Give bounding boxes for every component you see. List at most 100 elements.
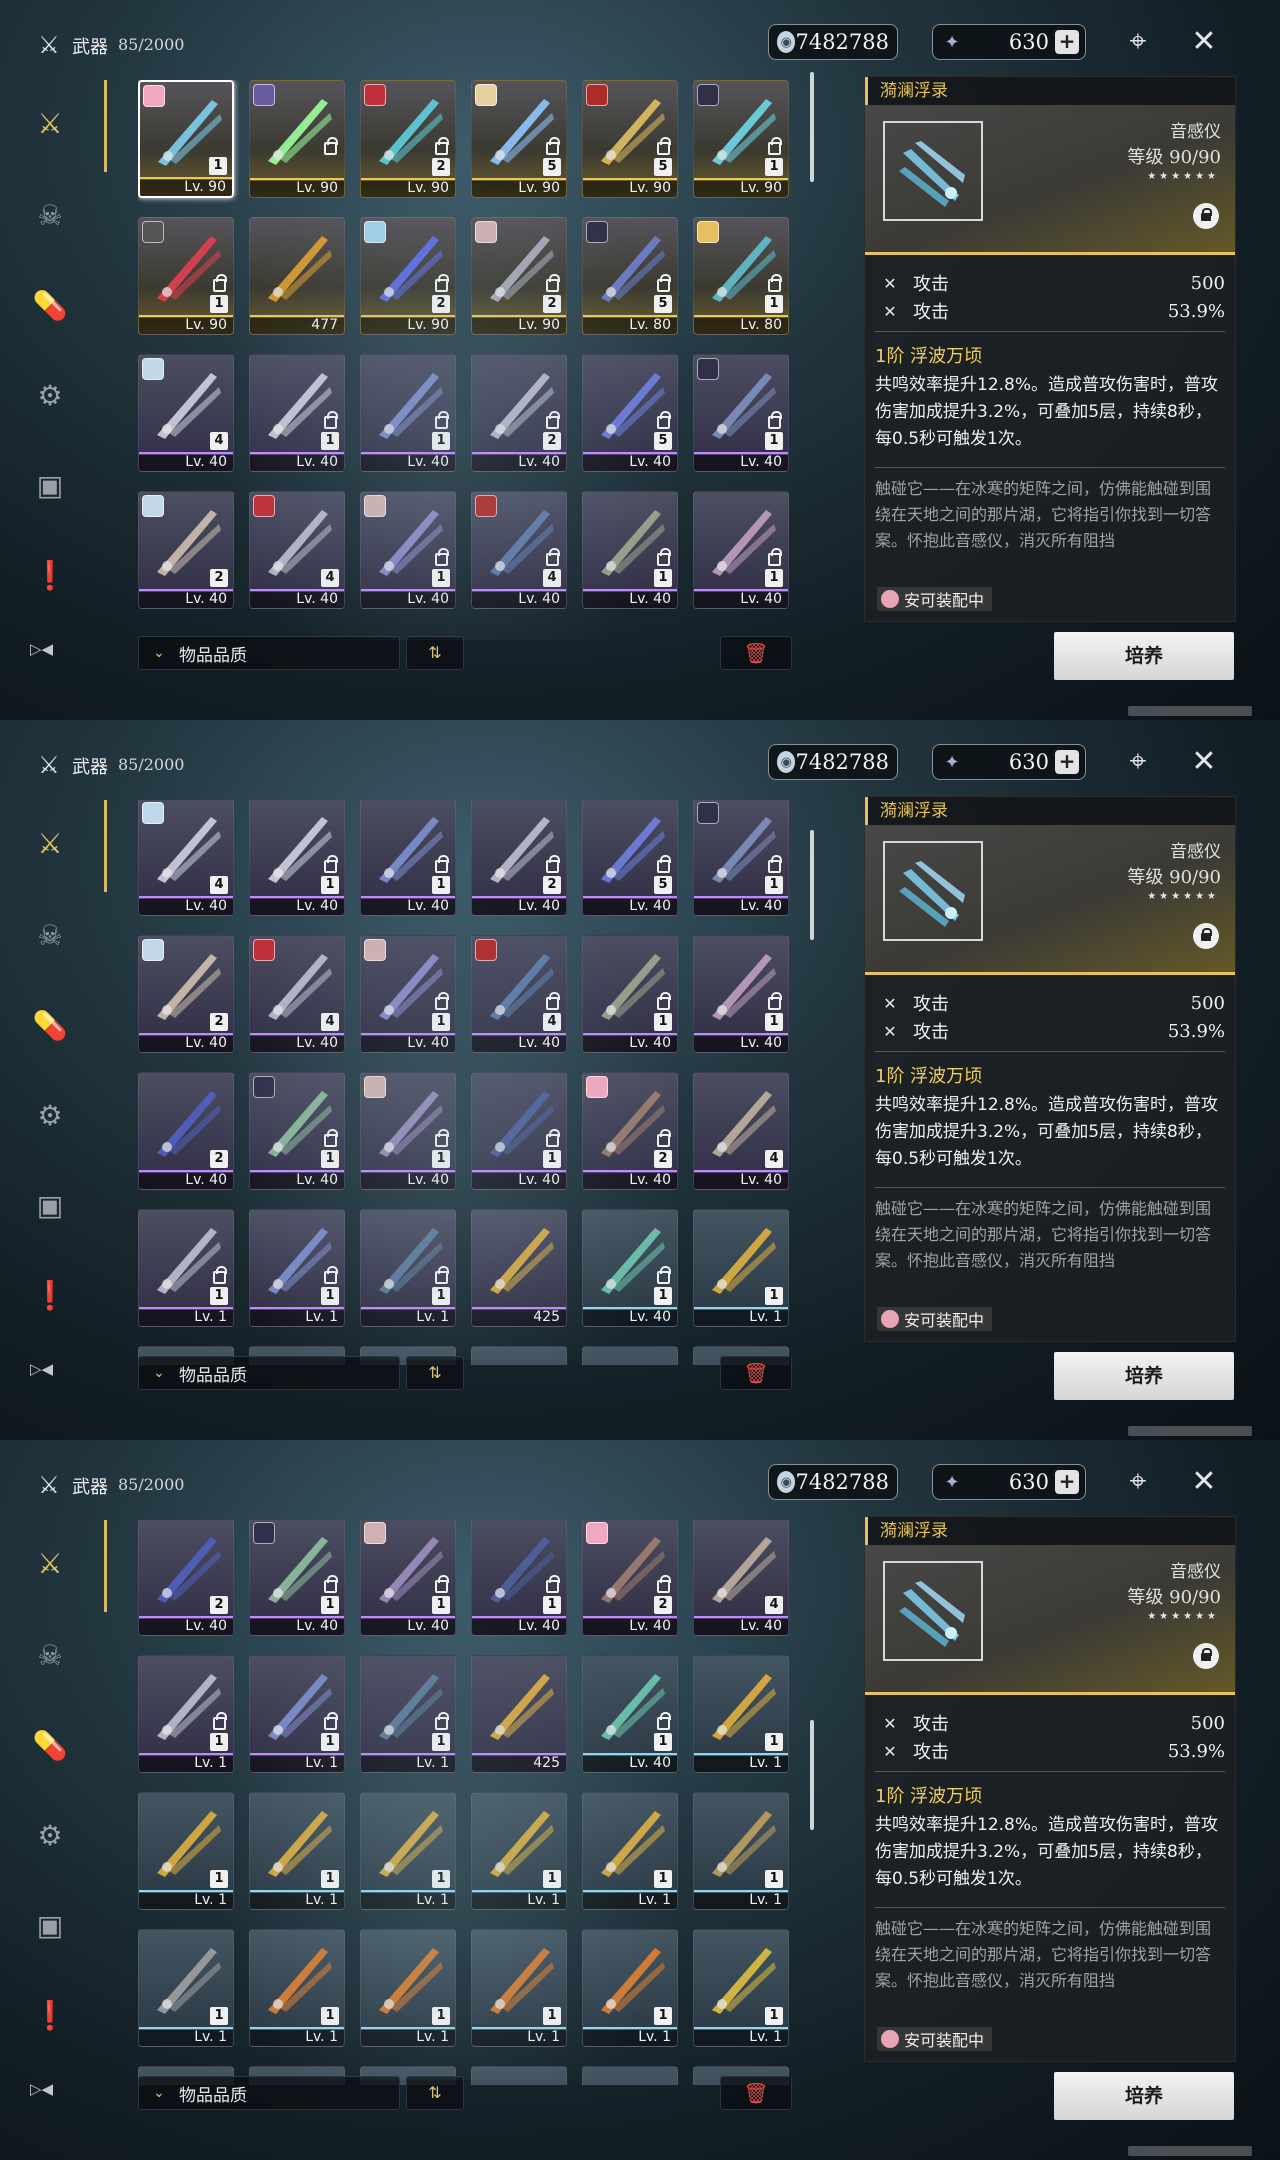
weapon-slot[interactable]: Lv. 90 5 [471, 80, 567, 198]
weapon-slot[interactable]: Lv. 40 1 [693, 354, 789, 472]
sidebar-device-icon[interactable]: ⚙ [26, 1092, 74, 1140]
crosshair-settings-icon[interactable]: ⌖ [1116, 20, 1160, 64]
sidebar-consumable-icon[interactable]: 💊 [26, 282, 74, 330]
add-astrite-button[interactable]: + [1055, 750, 1079, 774]
weapon-slot[interactable]: Lv. 40 1 [582, 491, 678, 609]
weapon-slot[interactable]: Lv. 1 1 [360, 1792, 456, 1910]
weapon-slot[interactable] [471, 2066, 567, 2085]
sidebar-weapons-icon[interactable]: ⚔ [26, 100, 74, 148]
sidebar-consumable-icon[interactable]: 💊 [26, 1002, 74, 1050]
trash-icon[interactable]: 🗑 [720, 2076, 792, 2110]
weapon-slot[interactable]: Lv. 1 1 [471, 1929, 567, 2047]
weapon-slot[interactable]: Lv. 40 1 [249, 354, 345, 472]
sidebar-echo-icon[interactable]: ☠ [26, 192, 74, 240]
weapon-slot[interactable]: Lv. 1 1 [249, 1655, 345, 1773]
lock-icon[interactable] [1193, 1643, 1219, 1669]
weapon-slot[interactable]: Lv. 1 1 [360, 1929, 456, 2047]
cultivate-button[interactable]: 培养 [1054, 1352, 1234, 1400]
weapon-slot[interactable]: Lv. 40 4 [138, 800, 234, 916]
weapon-slot[interactable]: Lv. 80 5 [582, 217, 678, 335]
weapon-slot[interactable]: Lv. 40 1 [471, 1520, 567, 1636]
weapon-slot[interactable]: Lv. 40 4 [249, 491, 345, 609]
weapon-slot[interactable]: Lv. 40 1 [693, 800, 789, 916]
weapon-slot[interactable]: Lv. 40 5 [582, 800, 678, 916]
add-astrite-button[interactable]: + [1055, 1470, 1079, 1494]
trash-icon[interactable]: 🗑 [720, 636, 792, 670]
weapon-slot[interactable]: Lv. 1 1 [582, 1792, 678, 1910]
close-icon[interactable]: ✕ [1182, 20, 1226, 64]
sidebar-device-icon[interactable]: ⚙ [26, 372, 74, 420]
cultivate-button[interactable]: 培养 [1054, 632, 1234, 680]
grid-scrollbar[interactable] [810, 1720, 814, 1830]
collapse-sidebar-icon[interactable]: ▷◀ [30, 1360, 53, 1378]
collapse-sidebar-icon[interactable]: ▷◀ [30, 640, 53, 658]
weapon-slot[interactable]: 425 [471, 1655, 567, 1773]
weapon-slot[interactable]: Lv. 40 4 [249, 935, 345, 1053]
weapon-slot[interactable]: Lv. 40 4 [138, 354, 234, 472]
weapon-slot[interactable]: Lv. 40 1 [582, 935, 678, 1053]
weapon-slot[interactable]: Lv. 1 1 [138, 1792, 234, 1910]
weapon-slot[interactable]: Lv. 1 1 [138, 1929, 234, 2047]
weapon-slot[interactable]: Lv. 90 [249, 80, 345, 198]
weapon-slot[interactable]: Lv. 40 4 [471, 491, 567, 609]
sidebar-echo-icon[interactable]: ☠ [26, 912, 74, 960]
weapon-slot[interactable]: Lv. 40 1 [360, 354, 456, 472]
weapon-slot[interactable]: Lv. 40 1 [360, 491, 456, 609]
weapon-slot[interactable]: Lv. 40 4 [471, 935, 567, 1053]
collapse-sidebar-icon[interactable]: ▷◀ [30, 2080, 53, 2098]
sidebar-chest-icon[interactable]: ▣ [26, 1902, 74, 1950]
weapon-slot[interactable]: Lv. 80 1 [693, 217, 789, 335]
weapon-slot[interactable]: Lv. 40 1 [582, 1209, 678, 1327]
sort-dropdown[interactable]: ⌄ 物品品质 [138, 636, 400, 670]
weapon-slot[interactable]: Lv. 1 1 [693, 1792, 789, 1910]
weapon-slot[interactable]: Lv. 1 1 [693, 1655, 789, 1773]
weapon-slot[interactable]: Lv. 40 4 [693, 1072, 789, 1190]
sidebar-consumable-icon[interactable]: 💊 [26, 1722, 74, 1770]
weapon-slot[interactable] [582, 1346, 678, 1365]
sidebar-chest-icon[interactable]: ▣ [26, 462, 74, 510]
weapon-slot[interactable]: Lv. 1 1 [138, 1655, 234, 1773]
lock-icon[interactable] [1193, 203, 1219, 229]
weapon-slot[interactable]: Lv. 40 2 [138, 935, 234, 1053]
weapon-slot[interactable]: Lv. 40 1 [360, 935, 456, 1053]
weapon-slot[interactable]: Lv. 40 1 [582, 1655, 678, 1773]
weapon-slot[interactable]: Lv. 40 1 [360, 1072, 456, 1190]
cultivate-button[interactable]: 培养 [1054, 2072, 1234, 2120]
lock-icon[interactable] [1193, 923, 1219, 949]
sort-dropdown[interactable]: ⌄ 物品品质 [138, 2076, 400, 2110]
weapon-slot[interactable]: Lv. 90 5 [582, 80, 678, 198]
weapon-slot[interactable]: Lv. 1 1 [693, 1929, 789, 2047]
weapon-slot[interactable]: Lv. 90 2 [360, 217, 456, 335]
weapon-slot[interactable] [471, 1346, 567, 1365]
weapon-slot[interactable]: Lv. 40 1 [693, 935, 789, 1053]
sidebar-echo-icon[interactable]: ☠ [26, 1632, 74, 1680]
weapon-slot[interactable]: Lv. 40 2 [138, 1520, 234, 1636]
weapon-slot[interactable]: Lv. 40 1 [360, 1520, 456, 1636]
weapon-slot[interactable]: Lv. 90 1 [138, 80, 234, 198]
weapon-slot[interactable]: Lv. 90 2 [471, 217, 567, 335]
weapon-slot[interactable]: Lv. 40 2 [582, 1520, 678, 1636]
weapon-slot[interactable]: Lv. 40 1 [249, 800, 345, 916]
grid-scrollbar[interactable] [810, 830, 814, 940]
sidebar-quest-item-icon[interactable]: ❗ [26, 1992, 74, 2040]
trash-icon[interactable]: 🗑 [720, 1356, 792, 1390]
grid-scrollbar[interactable] [810, 72, 814, 182]
weapon-slot[interactable]: Lv. 1 1 [249, 1929, 345, 2047]
weapon-slot[interactable]: Lv. 40 2 [138, 1072, 234, 1190]
weapon-slot[interactable]: Lv. 40 2 [138, 491, 234, 609]
weapon-slot[interactable] [582, 2066, 678, 2085]
weapon-slot[interactable]: Lv. 40 4 [693, 1520, 789, 1636]
weapon-slot[interactable]: Lv. 40 1 [693, 491, 789, 609]
sidebar-device-icon[interactable]: ⚙ [26, 1812, 74, 1860]
close-icon[interactable]: ✕ [1182, 1460, 1226, 1504]
weapon-slot[interactable]: Lv. 90 1 [138, 217, 234, 335]
weapon-slot[interactable]: Lv. 40 1 [360, 800, 456, 916]
weapon-slot[interactable]: Lv. 40 1 [249, 1520, 345, 1636]
sidebar-chest-icon[interactable]: ▣ [26, 1182, 74, 1230]
weapon-slot[interactable]: Lv. 40 5 [582, 354, 678, 472]
sidebar-weapons-icon[interactable]: ⚔ [26, 820, 74, 868]
crosshair-settings-icon[interactable]: ⌖ [1116, 740, 1160, 784]
weapon-slot[interactable]: Lv. 1 1 [249, 1209, 345, 1327]
close-icon[interactable]: ✕ [1182, 740, 1226, 784]
weapon-slot[interactable]: 425 [471, 1209, 567, 1327]
